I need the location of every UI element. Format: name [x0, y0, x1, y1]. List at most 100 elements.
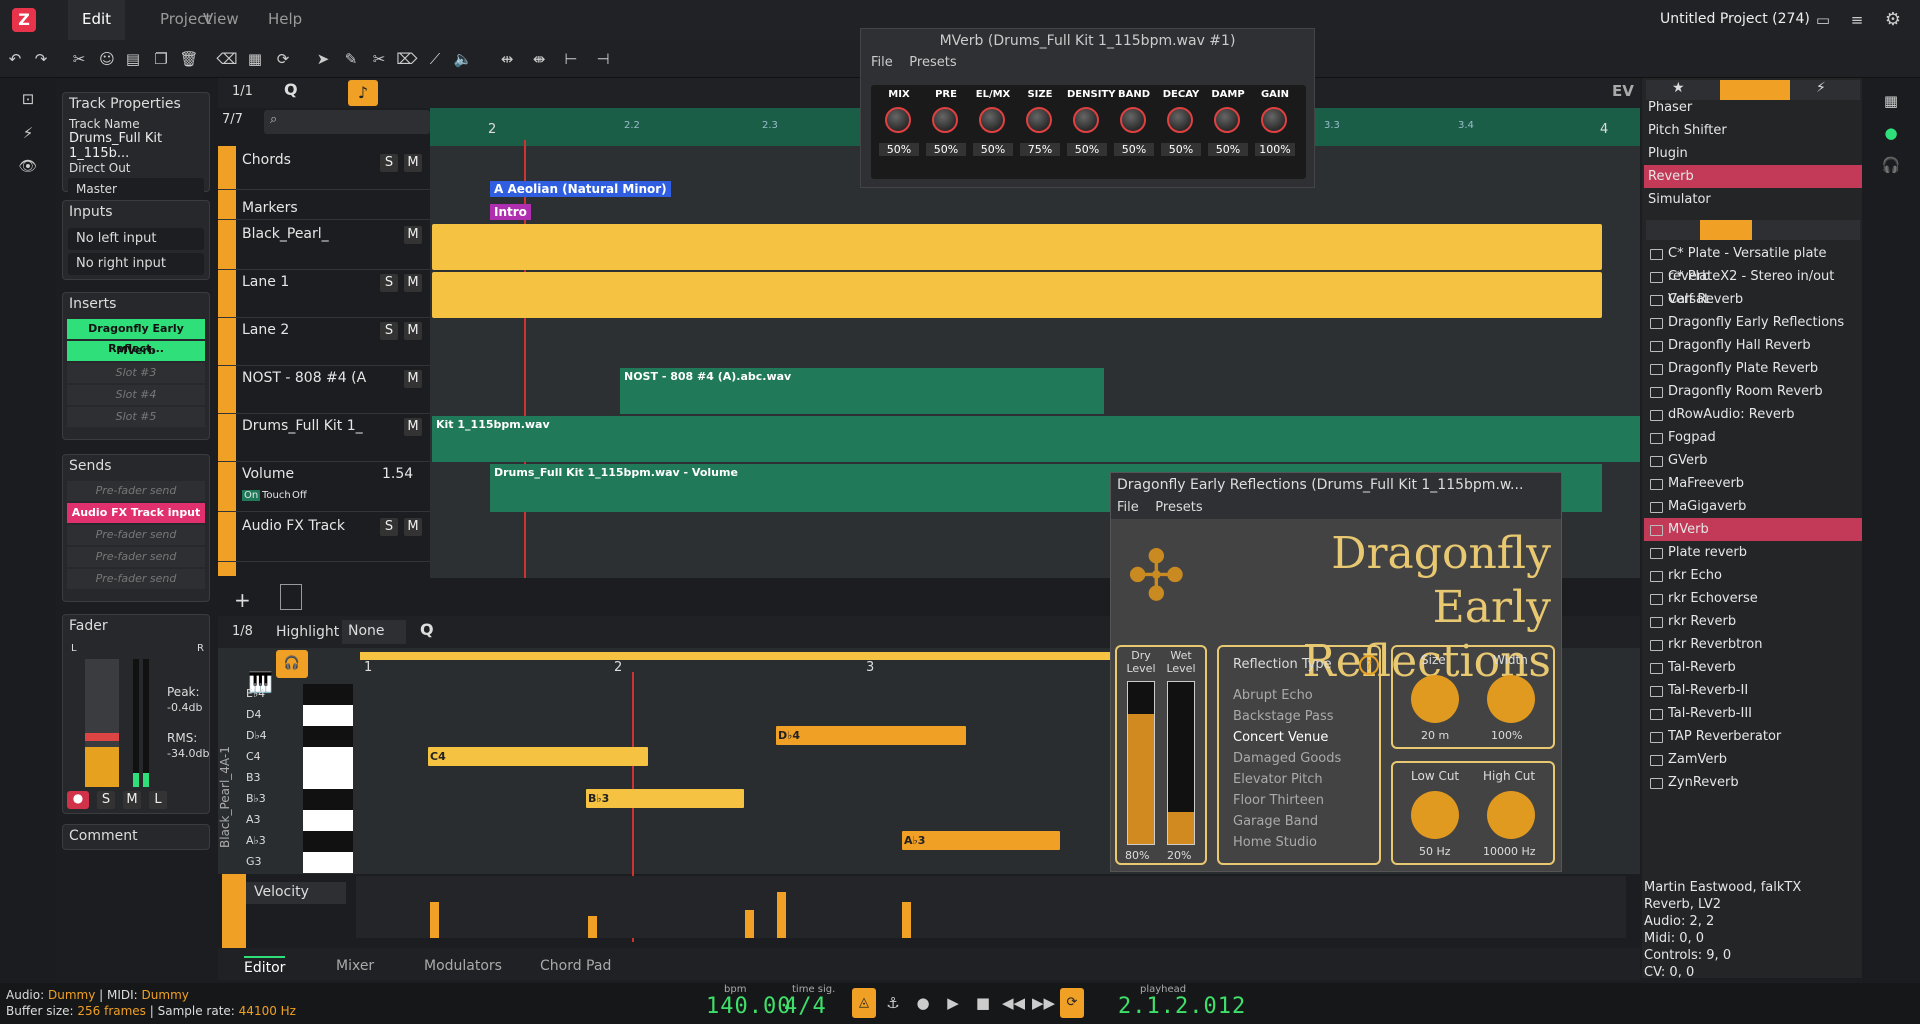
midi-clip-lane-1[interactable] — [432, 272, 1602, 318]
piano-key[interactable] — [303, 789, 353, 810]
plugin-item[interactable]: Dragonfly Plate Reverb — [1644, 357, 1862, 380]
bpm-display[interactable]: 140.00 — [706, 994, 791, 1019]
mverb-knob[interactable] — [885, 107, 911, 133]
send-slot-2[interactable]: Audio FX Track input — [67, 503, 205, 523]
piano-key[interactable] — [303, 747, 353, 768]
track-lane-2[interactable]: Lane 2 — [218, 320, 430, 366]
piano-key[interactable] — [303, 810, 353, 831]
track-black-pearl[interactable]: Black_Pearl_ — [218, 224, 430, 270]
delete-icon[interactable]: 🗑 — [178, 48, 200, 70]
category-item[interactable]: Simulator — [1644, 188, 1862, 211]
category-item[interactable]: Phaser — [1644, 96, 1862, 119]
audition-tool-icon[interactable]: 🔈 — [452, 48, 474, 70]
send-slot-5[interactable]: Pre-fader send — [67, 569, 205, 589]
category-item[interactable]: Pitch Shifter — [1644, 119, 1862, 142]
tab-mixer[interactable]: Mixer — [336, 958, 374, 974]
reflection-option[interactable]: Garage Band — [1233, 811, 1341, 832]
quantize-icon[interactable]: Q — [284, 80, 298, 99]
velocity-bar[interactable] — [745, 910, 754, 938]
mverb-knob[interactable] — [979, 107, 1005, 133]
piano-key[interactable] — [303, 726, 353, 747]
mverb-window[interactable]: MVerb (Drums_Full Kit 1_115bpm.wav #1) F… — [860, 28, 1315, 188]
automation-volume[interactable]: Volume 1.54 On Touch Off — [218, 464, 430, 512]
timesig-display[interactable]: 4/4 — [784, 994, 827, 1019]
editor-zoom[interactable]: 1/8 — [232, 624, 253, 639]
playhead-display[interactable]: 2.1.2.012 — [1118, 994, 1246, 1019]
piano-key[interactable] — [303, 705, 353, 726]
solo-button[interactable]: S — [380, 154, 398, 172]
wet-level-slider[interactable] — [1167, 681, 1195, 845]
velocity-select[interactable]: Velocity — [246, 882, 346, 904]
merge-icon[interactable]: ⇹ — [496, 48, 518, 70]
velocity-lane[interactable] — [356, 876, 1626, 938]
track-nost-808[interactable]: NOST - 808 #4 (A — [218, 368, 430, 414]
insert-slot-5[interactable]: Slot #5 — [67, 407, 205, 427]
audio-clip-808[interactable]: NOST - 808 #4 (A).abc.wav — [620, 368, 1104, 414]
track-inspector-icon[interactable]: ⊡ — [17, 88, 39, 110]
menu-help[interactable]: Help — [268, 0, 302, 40]
metronome-icon[interactable]: ◬ — [852, 988, 876, 1018]
filter-tab-active[interactable] — [1700, 220, 1752, 240]
mute-button[interactable]: M — [404, 370, 422, 388]
automation-on[interactable]: On — [242, 490, 261, 501]
cut-icon[interactable]: ✂ — [68, 48, 90, 70]
quantize-icon[interactable]: Q — [420, 620, 434, 639]
mute-button[interactable]: M — [404, 274, 422, 292]
highlight-select[interactable]: None — [342, 620, 406, 644]
plugin-item[interactable]: TAP Reverberator — [1644, 725, 1862, 748]
emoji-icon[interactable]: ☺ — [96, 48, 118, 70]
insert-slot-2[interactable]: MVerb — [67, 341, 205, 361]
loop-toggle-icon[interactable]: ⟳ — [1060, 988, 1084, 1018]
forward-icon[interactable]: ▶▶ — [1032, 992, 1055, 1014]
comment-panel[interactable]: Comment — [62, 824, 210, 850]
reflection-option[interactable]: Home Studio — [1233, 832, 1341, 853]
tab-chord-pad[interactable]: Chord Pad — [540, 958, 611, 974]
plugin-item[interactable]: MVerb — [1644, 518, 1862, 541]
automation-touch[interactable]: Touch — [262, 490, 291, 501]
automation-off[interactable]: Off — [292, 490, 307, 501]
piano-key[interactable] — [303, 768, 353, 789]
mverb-knob[interactable] — [1073, 107, 1099, 133]
record-icon[interactable]: ● — [912, 992, 934, 1014]
marker-intro[interactable]: Intro — [490, 204, 531, 220]
category-item[interactable]: Reverb — [1644, 165, 1862, 188]
size-knob[interactable] — [1411, 675, 1459, 723]
mverb-menu-presets[interactable]: Presets — [909, 55, 956, 70]
plug-icon[interactable]: ⚡ — [17, 122, 39, 144]
reflection-option[interactable]: Backstage Pass — [1233, 706, 1341, 727]
browser-panel-icon[interactable]: ▦ — [1880, 90, 1902, 112]
plugin-item[interactable]: MaGigaverb — [1644, 495, 1862, 518]
mute-button[interactable]: M — [404, 518, 422, 536]
paste-icon[interactable]: ▤ — [122, 48, 144, 70]
headphones-icon[interactable]: 🎧 — [1880, 154, 1902, 176]
track-audio-fx[interactable]: Audio FX Track — [218, 516, 430, 562]
cut-tool-icon[interactable]: ✂ — [368, 48, 390, 70]
plugin-item[interactable]: GVerb — [1644, 449, 1862, 472]
help-icon[interactable]: ? — [1359, 655, 1379, 675]
insert-slot-4[interactable]: Slot #4 — [67, 385, 205, 405]
plugin-item[interactable]: ZamVerb — [1644, 748, 1862, 771]
menu-view[interactable]: View — [203, 0, 239, 40]
anchor-icon[interactable]: ⚓ — [882, 992, 904, 1014]
plugin-item[interactable]: Dragonfly Room Reverb — [1644, 380, 1862, 403]
track-search-input[interactable] — [264, 110, 430, 134]
mverb-knob[interactable] — [1214, 107, 1240, 133]
plugin-item[interactable]: Tal-Reverb-III — [1644, 702, 1862, 725]
mverb-knob[interactable] — [1026, 107, 1052, 133]
favorites-star-icon[interactable]: ★ — [1672, 80, 1685, 96]
insert-slot-1[interactable]: Dragonfly Early Reflect... — [67, 319, 205, 355]
insert-slot-3[interactable]: Slot #3 — [67, 363, 205, 383]
plugin-item[interactable]: rkr Echoverse — [1644, 587, 1862, 610]
tab-modulators[interactable]: Modulators — [424, 958, 502, 974]
velocity-bar[interactable] — [902, 902, 911, 938]
direct-out-select[interactable]: Master — [68, 178, 204, 200]
tab-editor[interactable]: Editor — [244, 956, 286, 976]
mverb-knob[interactable] — [932, 107, 958, 133]
plugin-item[interactable]: Plate reverb — [1644, 541, 1862, 564]
reflection-option[interactable]: Concert Venue — [1233, 727, 1341, 748]
mute-button[interactable]: M — [404, 226, 422, 244]
low-cut-knob[interactable] — [1411, 791, 1459, 839]
undo-icon[interactable]: ↶ — [4, 48, 26, 70]
velocity-bar[interactable] — [777, 892, 786, 938]
plug-icon[interactable]: ⚡ — [1816, 80, 1826, 96]
